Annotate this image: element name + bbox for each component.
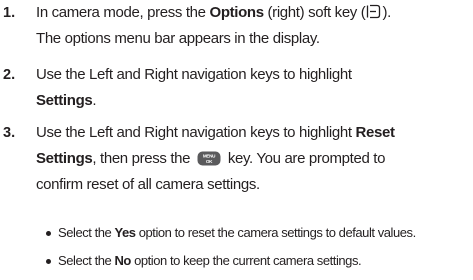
text-run: option to reset the camera settings to d… [135, 225, 417, 240]
list-item: Select the Yes option to reset the camer… [46, 224, 473, 242]
text-run: Select the [58, 225, 115, 240]
step-number: 2. [3, 67, 16, 83]
step-line: Use the Left and Right navigation keys t… [36, 66, 352, 83]
no-label: No [114, 253, 131, 268]
reset-label: Reset [355, 124, 395, 141]
bullet-icon [46, 259, 51, 264]
step-line: Settings. [36, 88, 472, 114]
options-label: Options [209, 4, 265, 21]
step-text: In camera mode, press the Options (right… [36, 0, 472, 52]
step-line: Use the Left and Right navigation keys t… [36, 120, 472, 146]
step-line: In camera mode, press the Options (right… [36, 0, 472, 26]
bullet-icon [46, 231, 51, 236]
text-run: . [92, 92, 97, 109]
step-number: 1. [3, 5, 16, 21]
text-run: Use the Left and Right navigation keys t… [36, 124, 356, 141]
key-text-top: MENU [203, 154, 216, 159]
step-line: confirm reset of all camera settings. [36, 176, 260, 193]
right-soft-key-icon [367, 4, 381, 19]
text-run: (right) soft key ( [263, 4, 366, 21]
text-run: , then press the [92, 150, 194, 167]
settings-label: Settings [36, 92, 93, 109]
step-text: Use the Left and Right navigation keys t… [36, 120, 472, 198]
step-line: The options menu bar appears in the disp… [36, 30, 320, 47]
text-run: option to keep the current camera settin… [130, 253, 362, 268]
settings-label: Settings [36, 150, 93, 167]
menu-ok-key-icon: MENUOK [197, 151, 221, 166]
text-run: key. You are prompted to [224, 150, 386, 167]
text-run: In camera mode, press the [36, 4, 210, 21]
option-list: Select the Yes option to reset the camer… [46, 224, 473, 270]
list-item: Select the No option to keep the current… [46, 252, 473, 270]
key-text-bottom: OK [206, 159, 213, 164]
step-line: Settings, then press the MENU OK key. You… [36, 146, 472, 172]
text-run: Select the [58, 253, 115, 268]
text-run: ). [382, 4, 391, 21]
step-text: Use the Left and Right navigation keys t… [36, 62, 472, 114]
yes-label: Yes [114, 225, 136, 240]
step-number: 3. [3, 125, 16, 141]
